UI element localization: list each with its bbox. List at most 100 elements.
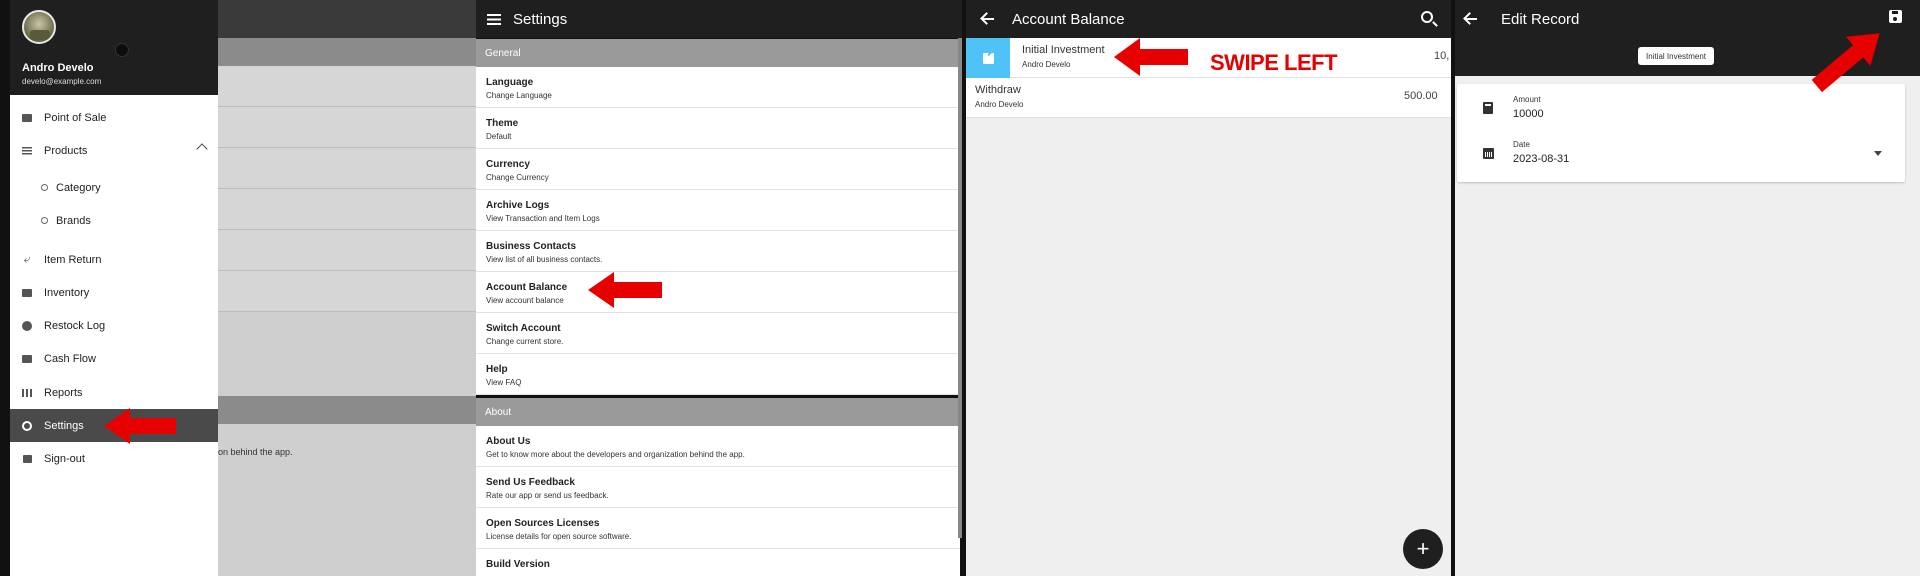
date-field[interactable]: 2023-08-31 <box>1513 153 1569 165</box>
chevron-down-icon[interactable] <box>1874 151 1882 156</box>
nav-item-point-of-sale[interactable]: Point of Sale <box>10 101 218 134</box>
setting-subtitle: View list of all business contacts. <box>486 255 603 264</box>
wallet-icon <box>10 354 44 363</box>
gear-icon <box>10 420 44 431</box>
scrollbar[interactable] <box>958 38 962 538</box>
swipe-edit-action[interactable] <box>966 38 1010 78</box>
setting-title: Build Version <box>486 559 550 570</box>
amount-label: Amount <box>1513 95 1541 104</box>
user-email: develo@example.com <box>22 77 102 86</box>
dimmed-row <box>218 230 476 271</box>
page-title: Settings <box>513 10 568 28</box>
add-circle-icon <box>10 320 44 331</box>
save-icon[interactable] <box>1889 10 1902 23</box>
setting-archive-logs[interactable]: Archive Logs View Transaction and Item L… <box>476 190 960 231</box>
setting-subtitle: License details for open source software… <box>486 532 632 541</box>
avatar[interactable] <box>22 10 56 44</box>
back-arrow-icon[interactable] <box>1465 18 1477 20</box>
dimmed-row <box>218 148 476 189</box>
setting-account-balance[interactable]: Account Balance View account balance <box>476 272 960 313</box>
setting-theme[interactable]: Theme Default <box>476 108 960 149</box>
record-amount: 500.00 <box>1404 90 1438 102</box>
record-row-initial-investment[interactable]: Initial Investment Andro Develo 10, <box>966 38 1451 78</box>
nav-item-label: Sign-out <box>44 452 85 465</box>
page-title: Edit Record <box>1501 10 1580 28</box>
nav-item-brands[interactable]: Brands <box>10 204 218 237</box>
search-icon[interactable] <box>1421 11 1433 23</box>
setting-send-feedback[interactable]: Send Us Feedback Rate our app or send us… <box>476 467 960 508</box>
dimmed-background: on behind the app. <box>218 38 476 576</box>
page-title: Account Balance <box>1012 10 1125 28</box>
setting-language[interactable]: Language Change Language <box>476 67 960 108</box>
setting-currency[interactable]: Currency Change Currency <box>476 149 960 190</box>
nav-item-item-return[interactable]: ⤶ Item Return <box>10 243 218 276</box>
nav-item-inventory[interactable]: Inventory <box>10 276 218 309</box>
setting-title: Switch Account <box>486 323 561 334</box>
annotation-arrow <box>1114 38 1188 76</box>
record-row-withdraw[interactable]: Withdraw Andro Develo 500.00 <box>966 78 1451 118</box>
settings-screen: Settings General Language Change Languag… <box>476 0 962 576</box>
annotation-arrow <box>588 272 662 308</box>
setting-title: Send Us Feedback <box>486 477 575 488</box>
nav-item-reports[interactable]: Reports <box>10 376 218 409</box>
record-user: Andro Develo <box>1022 60 1071 69</box>
nav-item-label: Point of Sale <box>44 111 107 124</box>
menu-icon[interactable] <box>487 13 501 25</box>
annotation-arrow <box>104 408 176 444</box>
nav-item-label: Products <box>44 144 88 157</box>
back-arrow-icon[interactable] <box>982 18 994 20</box>
swipe-left-annotation: SWIPE LEFT <box>1210 50 1338 75</box>
setting-business-contacts[interactable]: Business Contacts View list of all busin… <box>476 231 960 272</box>
edit-record-screen: Edit Record Initial Investment Amount 10… <box>1455 0 1920 576</box>
edit-form: Amount 10000 Date 2023-08-31 <box>1455 76 1920 576</box>
dimmed-row <box>218 271 476 312</box>
setting-subtitle: Change Language <box>486 91 552 100</box>
status-dot <box>115 43 129 57</box>
nav-item-products[interactable]: Products <box>10 134 218 167</box>
setting-title: Currency <box>486 159 530 170</box>
setting-subtitle: Rate our app or send us feedback. <box>486 491 609 500</box>
dimmed-section-header <box>218 38 476 66</box>
nav-item-sign-out[interactable]: Sign-out <box>10 442 218 475</box>
drawer-header: Andro Develo develo@example.com <box>10 0 218 95</box>
dimmed-section-header <box>218 396 476 424</box>
nav-item-label: Category <box>56 181 101 194</box>
account-balance-screen: Account Balance Initial Investment Andro… <box>966 0 1451 576</box>
record-amount: 10, <box>1434 50 1450 62</box>
nav-item-label: Item Return <box>44 253 102 266</box>
add-record-button[interactable]: + <box>1403 529 1443 569</box>
chevron-up-icon[interactable] <box>196 143 208 155</box>
basket-icon <box>10 113 44 122</box>
setting-subtitle: View account balance <box>486 296 564 305</box>
records-list: Initial Investment Andro Develo 10, With… <box>966 38 1451 576</box>
circle-icon <box>32 217 56 224</box>
setting-help[interactable]: Help View FAQ <box>476 354 960 395</box>
nav-item-label: Cash Flow <box>44 352 96 365</box>
record-title: Initial Investment <box>1022 44 1105 56</box>
nav-item-cash-flow[interactable]: Cash Flow <box>10 342 218 375</box>
setting-subtitle: View Transaction and Item Logs <box>486 214 600 223</box>
setting-switch-account[interactable]: Switch Account Change current store. <box>476 313 960 354</box>
setting-title: Open Sources Licenses <box>486 518 600 529</box>
nav-item-label: Restock Log <box>44 319 106 332</box>
nav-item-category[interactable]: Category <box>10 171 218 204</box>
bar-chart-icon <box>10 388 44 397</box>
dimmed-row <box>218 189 476 230</box>
record-user: Andro Develo <box>975 100 1024 109</box>
list-icon <box>10 146 44 155</box>
setting-subtitle: Default <box>486 132 512 141</box>
record-type-chip[interactable]: Initial Investment <box>1638 47 1715 65</box>
nav-item-label: Settings <box>44 419 84 432</box>
nav-item-label: Reports <box>44 386 83 399</box>
setting-title: Language <box>486 77 534 88</box>
section-header-general: General <box>476 39 960 67</box>
setting-about-us[interactable]: About Us Get to know more about the deve… <box>476 426 960 467</box>
nav-item-restock-log[interactable]: Restock Log <box>10 309 218 342</box>
setting-title: About Us <box>486 436 531 447</box>
section-header-about: About <box>476 398 960 426</box>
edit-icon <box>982 52 994 64</box>
setting-build-version[interactable]: Build Version <box>476 549 960 576</box>
setting-open-source-licenses[interactable]: Open Sources Licenses License details fo… <box>476 508 960 549</box>
dimmed-appbar <box>218 0 476 38</box>
amount-field[interactable]: 10000 <box>1513 108 1544 120</box>
